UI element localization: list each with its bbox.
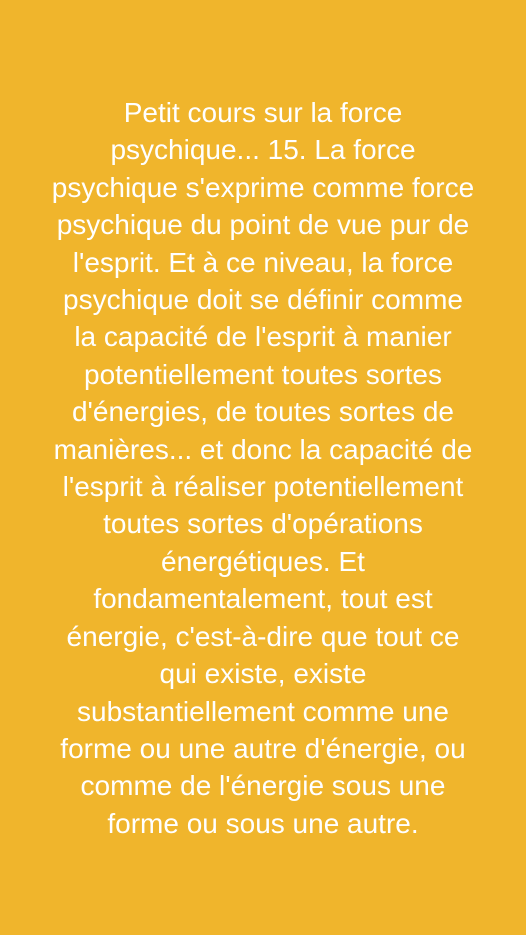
post-text: Petit cours sur la force psychique... 15…	[51, 97, 475, 839]
text-post-canvas: Petit cours sur la force psychique... 15…	[0, 0, 526, 935]
